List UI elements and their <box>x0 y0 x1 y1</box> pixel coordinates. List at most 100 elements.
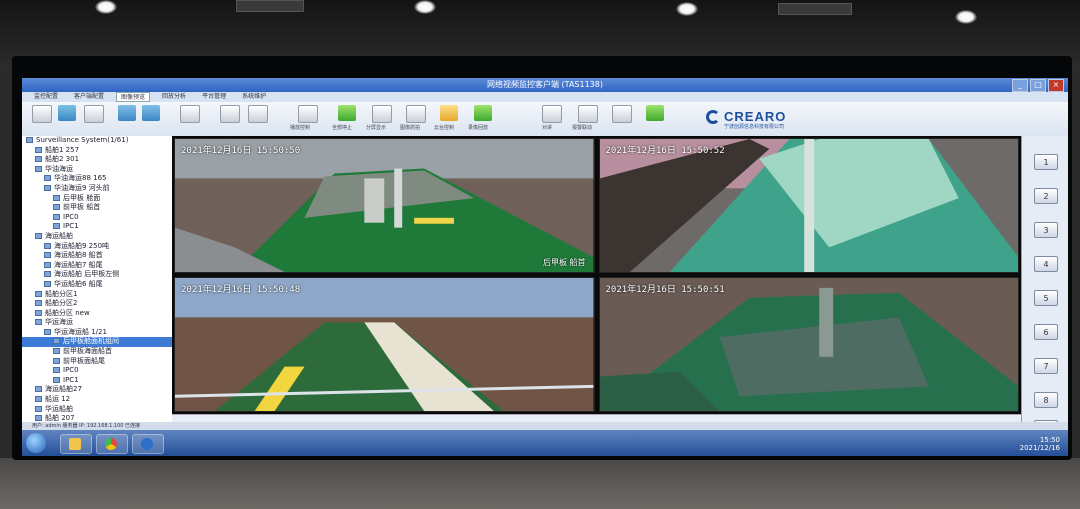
tree-node-label: 船舶2 301 <box>45 155 80 164</box>
record-icon[interactable] <box>612 105 632 123</box>
ribbon-label: 对讲 <box>542 125 553 131</box>
tree-node[interactable]: 前甲板面船尾 <box>22 357 172 367</box>
tree-node[interactable]: 华运船舶 <box>22 405 172 415</box>
tree-node[interactable]: 前甲板海面船首 <box>22 347 172 357</box>
start-button[interactable] <box>26 433 46 453</box>
tree-node-label: 海运船舶27 <box>45 385 82 394</box>
share-icon[interactable] <box>646 105 664 121</box>
menu-tab[interactable]: 系统维护 <box>238 92 270 102</box>
ceiling-light <box>676 2 698 16</box>
window-title: 网络视频监控客户端 (TAS1138) <box>487 80 603 89</box>
tree-node[interactable]: 前甲板 船首 <box>22 203 172 213</box>
view-button[interactable]: 3 <box>1034 222 1058 238</box>
settings-icon[interactable] <box>84 105 104 123</box>
menu-tab[interactable]: 监控配置 <box>30 92 62 102</box>
folder-icon <box>69 438 81 450</box>
system-clock[interactable]: 15:50 2021/12/16 <box>1020 436 1060 452</box>
folder-icon <box>35 405 42 412</box>
tree-node[interactable]: 船运 12 <box>22 395 172 405</box>
camera-view-1[interactable]: 2021年12月16日 15:50:50 后甲板 船首 <box>174 138 595 273</box>
tree-node[interactable]: 海运船舶7 船尾 <box>22 261 172 271</box>
mic-icon[interactable] <box>542 105 562 123</box>
folder-icon <box>35 396 42 403</box>
tree-node-label: 华运海运船 1/21 <box>54 327 107 336</box>
view-button[interactable]: 4 <box>1034 256 1058 272</box>
menu-tab-active[interactable]: 图像预览 <box>116 92 151 102</box>
tree-node-label: 后甲板 舱面 <box>63 193 101 202</box>
tree-node[interactable]: 华运海运 <box>22 318 172 328</box>
play-icon[interactable] <box>298 105 318 123</box>
close-button[interactable]: × <box>1048 79 1064 92</box>
tree-root[interactable]: Surveillance System(1/61) <box>22 136 172 146</box>
tree-node[interactable]: 海运船舶9 250吨 <box>22 242 172 252</box>
taskbar-item-explorer[interactable] <box>60 434 92 454</box>
camera-view-4[interactable]: 2021年12月16日 15:50:51 <box>598 277 1019 412</box>
tree-node[interactable]: 海运船舶27 <box>22 385 172 395</box>
view-button[interactable]: 5 <box>1034 290 1058 306</box>
status-bar: 用户: admin 服务器 IP: 192.168.1.100 已连接 <box>22 422 1068 430</box>
folder-icon <box>35 156 42 163</box>
grid-icon[interactable] <box>118 105 136 121</box>
menu-tab[interactable]: 平台管理 <box>198 92 230 102</box>
camera-icon <box>53 223 60 230</box>
tree-node-label: 华运船舶 <box>45 404 73 413</box>
monitor-icon[interactable] <box>180 105 200 123</box>
tree-node[interactable]: 华油海运 <box>22 165 172 175</box>
camera-view-2[interactable]: 2021年12月16日 15:50:52 <box>598 138 1019 273</box>
maximize-button[interactable]: □ <box>1030 79 1046 92</box>
tree-node[interactable]: 华油海运88 165 <box>22 174 172 184</box>
camera-view-3[interactable]: 2021年12月16日 15:50:48 <box>174 277 595 412</box>
tree-node[interactable]: 船舶分区1 <box>22 290 172 300</box>
view-button[interactable]: 8 <box>1034 392 1058 408</box>
tree-node[interactable]: 海运船舶 后甲板左侧 <box>22 270 172 280</box>
tree-node-label: 后甲板舱面机组间 <box>63 337 119 346</box>
ptz-icon[interactable] <box>440 105 458 121</box>
taskbar-item-client[interactable] <box>132 434 164 454</box>
grid-icon[interactable] <box>372 105 392 123</box>
view-button[interactable]: 2 <box>1034 188 1058 204</box>
view-button[interactable]: 7 <box>1034 358 1058 374</box>
tree-node[interactable]: 船舶分区2 <box>22 299 172 309</box>
ribbon-label: 云台控制 <box>434 125 455 131</box>
tree-node[interactable]: IPC1 <box>22 376 172 386</box>
tree-node-label: 海运船舶 后甲板左侧 <box>54 270 120 279</box>
tree-node-label: 华油海运88 165 <box>54 174 107 183</box>
tree-node[interactable]: 海运船舶 <box>22 232 172 242</box>
view-button[interactable]: 6 <box>1034 324 1058 340</box>
tree-node[interactable]: IPC0 <box>22 366 172 376</box>
tree-node[interactable]: IPC1 <box>22 222 172 232</box>
camera-osd: 2021年12月16日 15:50:48 <box>181 285 301 295</box>
video-grid: 2021年12月16日 15:50:50 后甲板 船首 2021年12月16日 … <box>172 136 1021 414</box>
tree-node[interactable]: IPC0 <box>22 213 172 223</box>
tree-node[interactable]: 后甲板舱面机组间 <box>22 337 172 348</box>
menu-tab[interactable]: 客户端配置 <box>70 92 108 102</box>
tree-node[interactable]: 船舶2 301 <box>22 155 172 165</box>
playback-icon[interactable] <box>474 105 492 121</box>
tree-node[interactable]: 华运船舶6 船尾 <box>22 280 172 290</box>
split-icon[interactable] <box>142 105 160 121</box>
alarm-icon[interactable] <box>578 105 598 123</box>
tree-node[interactable]: 海运船舶8 船首 <box>22 251 172 261</box>
camera-icon <box>53 376 60 383</box>
layout-icon[interactable] <box>32 105 52 123</box>
window-icon[interactable] <box>58 105 76 121</box>
ribbon-label: 报警联动 <box>572 125 593 131</box>
ribbon-toolbar: 播放控制 全部停止 分屏显示 图像抓拍 云台控制 录像回放 对讲 报警联动 CR… <box>22 102 1068 137</box>
tree-node[interactable]: 船舶分区 new <box>22 309 172 319</box>
tool-icon[interactable] <box>248 105 268 123</box>
tree-node[interactable]: 华油海运9 河头前 <box>22 184 172 194</box>
tree-node[interactable]: 船舶1 257 <box>22 146 172 156</box>
camera-icon <box>53 338 60 345</box>
camera-image-deck-green <box>175 139 594 272</box>
tree-node[interactable]: 后甲板 舱面 <box>22 194 172 204</box>
camera-icon[interactable] <box>406 105 426 123</box>
stop-icon[interactable] <box>338 105 356 121</box>
view-icon[interactable] <box>220 105 240 123</box>
taskbar-item-chrome[interactable] <box>96 434 128 454</box>
camera-icon <box>53 194 60 201</box>
folder-icon <box>44 175 51 182</box>
folder-icon <box>44 280 51 287</box>
menu-tab[interactable]: 回放分析 <box>158 92 190 102</box>
view-button[interactable]: 1 <box>1034 154 1058 170</box>
minimize-button[interactable]: _ <box>1012 79 1028 92</box>
